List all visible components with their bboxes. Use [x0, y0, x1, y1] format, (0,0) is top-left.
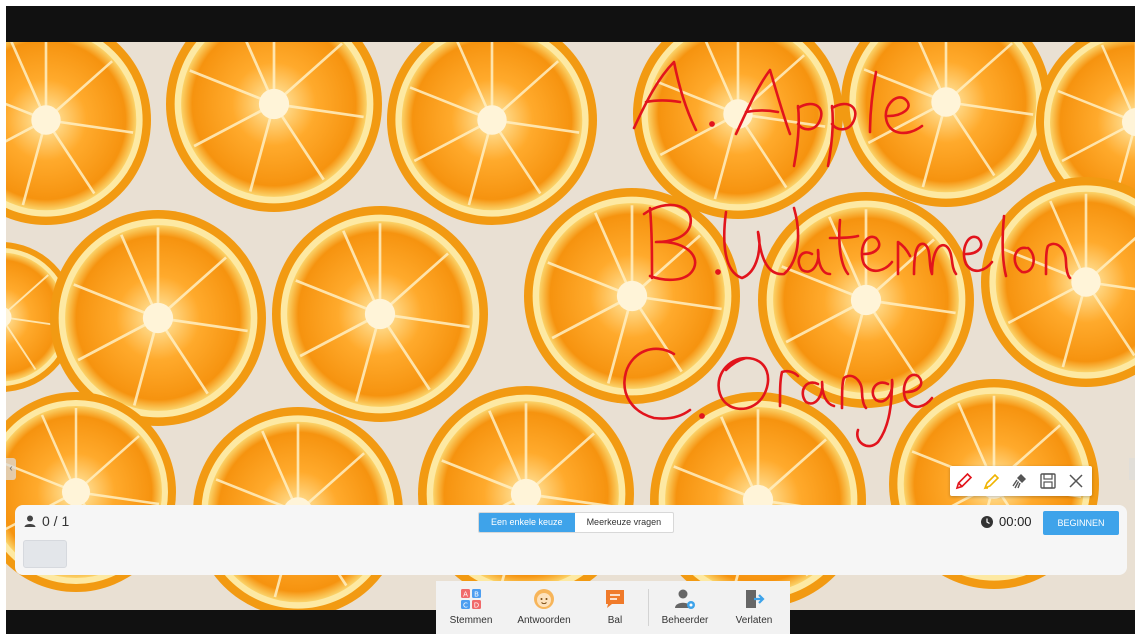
- toolbar-label: Verlaten: [735, 615, 773, 626]
- abcd-vote-icon: A B C D: [461, 589, 481, 610]
- toolbar-label: Bal: [607, 615, 623, 626]
- brush-eraser-icon[interactable]: [1006, 466, 1034, 496]
- svg-text:C: C: [463, 602, 468, 610]
- tab-single-choice[interactable]: Een enkele keuze: [479, 513, 575, 532]
- exit-icon: [746, 590, 765, 608]
- toolbar-label: Beheerder: [661, 615, 709, 626]
- save-icon[interactable]: [1034, 466, 1062, 496]
- right-panel-handle[interactable]: [1129, 458, 1135, 480]
- bottom-toolbar: A B C D Stemmen Antwoorden Bal Beheerder…: [436, 581, 790, 634]
- tab-multiple-choice[interactable]: Meerkeuze vragen: [575, 513, 674, 532]
- highlighter-icon[interactable]: [978, 466, 1006, 496]
- voting-panel: 0 / 1 Een enkele keuze Meerkeuze vragen …: [15, 505, 1127, 575]
- toolbar-item-bal[interactable]: Bal: [582, 581, 648, 634]
- start-button[interactable]: BEGINNEN: [1043, 511, 1119, 535]
- svg-text:A: A: [463, 591, 468, 599]
- question-type-tabs: Een enkele keuze Meerkeuze vragen: [478, 512, 675, 533]
- left-panel-handle[interactable]: ‹: [6, 458, 16, 480]
- answer-option-box[interactable]: [23, 540, 67, 568]
- person-icon: [24, 515, 36, 527]
- toolbar-label: Stemmen: [449, 615, 493, 626]
- toolbar-label: Antwoorden: [517, 615, 571, 626]
- chat-bubble-icon: [606, 590, 624, 608]
- toolbar-item-antwoorden[interactable]: Antwoorden: [506, 581, 582, 634]
- pencil-icon[interactable]: [950, 466, 978, 496]
- close-icon[interactable]: [1062, 466, 1090, 496]
- timer: 00:00: [981, 514, 1032, 529]
- admin-user-gear-icon: [675, 589, 695, 609]
- timer-value: 00:00: [999, 514, 1032, 529]
- app-screen: ‹ 0 / 1 Een enkele keuze Meerkeuze vrage…: [6, 6, 1135, 634]
- svg-text:B: B: [474, 591, 479, 599]
- smiley-answer-icon: [534, 589, 554, 609]
- participant-count-text: 0 / 1: [42, 513, 70, 529]
- svg-text:D: D: [474, 602, 479, 610]
- participant-count: 0 / 1: [23, 513, 69, 529]
- toolbar-item-beheerder[interactable]: Beheerder: [649, 581, 721, 634]
- clock-icon: [981, 515, 993, 528]
- toolbar-item-stemmen[interactable]: A B C D Stemmen: [436, 581, 506, 634]
- toolbar-item-verlaten[interactable]: Verlaten: [721, 581, 787, 634]
- pen-toolbar: [950, 466, 1092, 496]
